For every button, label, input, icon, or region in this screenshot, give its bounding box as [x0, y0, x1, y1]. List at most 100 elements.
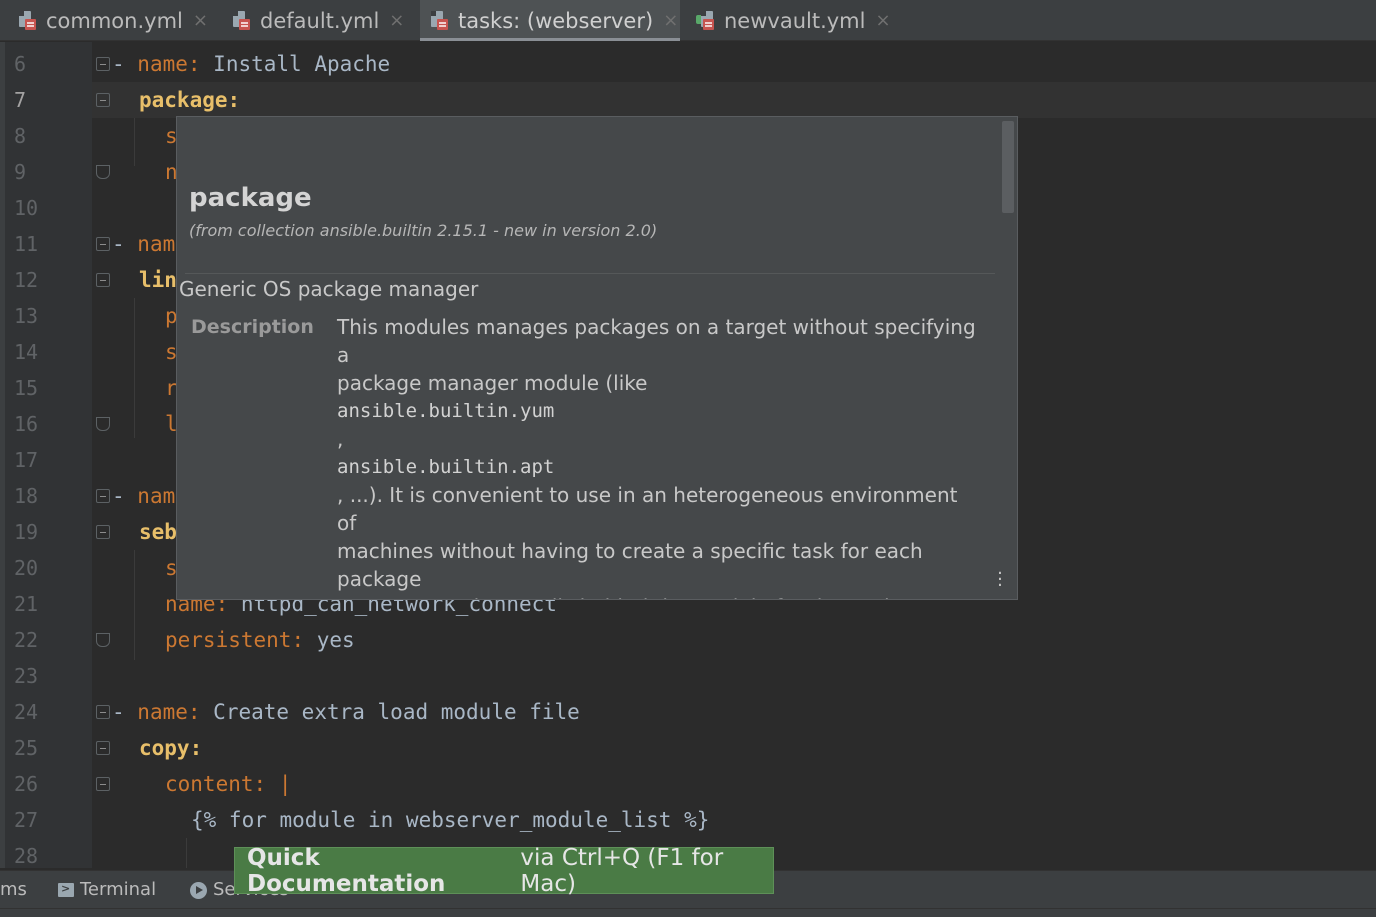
line-number: 11: [14, 232, 39, 256]
fold-toggle-icon[interactable]: [96, 93, 110, 107]
line-number: 17: [14, 448, 39, 472]
yaml-value: Create extra load module file: [213, 700, 580, 724]
yaml-ansible-file-icon: [230, 9, 252, 33]
line-number: 9: [14, 160, 27, 184]
doc-text-line: ,: [337, 427, 344, 451]
quick-documentation-popup[interactable]: package (from collection ansible.builtin…: [176, 116, 1018, 600]
toolwindow-terminal[interactable]: Terminal: [58, 870, 157, 909]
quick-doc-hint-tooltip: Quick Documentation via Ctrl+Q (F1 for M…: [234, 845, 774, 897]
yaml-value: {% for module in webserver_module_list %…: [191, 808, 710, 832]
tab-default-yml[interactable]: default.yml ×: [230, 0, 420, 41]
yaml-key: nam: [137, 484, 176, 508]
editor-tab-bar: common.yml × default.yml × tasks: (webse…: [0, 0, 1376, 41]
line-number: 23: [14, 664, 39, 688]
yaml-colon: :: [189, 736, 203, 760]
yaml-colon: :: [291, 628, 317, 652]
line-number: 12: [14, 268, 39, 292]
tab-common-yml[interactable]: common.yml ×: [16, 0, 216, 41]
yaml-key: seb: [139, 520, 177, 544]
line-number: 21: [14, 592, 39, 616]
code-line: {% for module in webserver_module_list %…: [191, 802, 709, 838]
yaml-ansible-file-icon: [16, 9, 38, 33]
line-number: 27: [14, 808, 39, 832]
doc-subtitle: (from collection ansible.builtin 2.15.1 …: [189, 221, 658, 240]
line-number: 10: [14, 196, 39, 220]
line-number: 7: [14, 88, 27, 112]
indent-guide: [134, 298, 135, 438]
code-line: - nam: [112, 478, 175, 514]
indent-guide: [134, 118, 135, 166]
doc-text-line: , ...). It is convenient to use in an he…: [337, 483, 958, 535]
tab-newvault-yml[interactable]: newvault.yml ×: [694, 0, 904, 41]
doc-separator: [185, 273, 995, 274]
yaml-colon: :: [187, 700, 214, 724]
terminal-icon: [58, 870, 74, 908]
more-vertical-icon[interactable]: · · ·: [997, 565, 1003, 595]
yaml-value: yes: [316, 628, 355, 652]
popup-scrollbar-thumb[interactable]: [1002, 121, 1014, 213]
tab-label: common.yml: [46, 8, 183, 33]
fold-end-icon[interactable]: [96, 165, 110, 179]
close-icon[interactable]: ×: [193, 10, 208, 31]
close-icon[interactable]: ×: [663, 10, 678, 31]
yaml-key: nam: [137, 232, 176, 256]
fold-toggle-icon[interactable]: [96, 57, 110, 71]
code-line: seb: [139, 514, 177, 550]
gutter-edge: [0, 42, 5, 868]
code-line: persistent: yes: [165, 622, 355, 658]
tab-tasks-webserver[interactable]: tasks: (webserver) ×: [420, 0, 680, 41]
toolwindow-label: ms: [0, 879, 27, 900]
indent-guide: [186, 838, 187, 868]
yaml-list-dash: -: [112, 52, 138, 76]
fold-end-icon[interactable]: [96, 417, 110, 431]
fold-end-icon[interactable]: [96, 633, 110, 647]
code-line: copy:: [139, 730, 202, 766]
line-number: 19: [14, 520, 39, 544]
status-bar: [0, 908, 1376, 917]
toolwindow-label: Terminal: [80, 879, 157, 900]
yaml-value: |: [278, 772, 292, 796]
code-line: - nam: [112, 226, 175, 262]
line-number: 13: [14, 304, 39, 328]
code-line: package:: [139, 82, 240, 118]
code-line: - name: Install Apache: [112, 46, 390, 82]
doc-text-line: manager. package calls behind the module…: [337, 593, 977, 599]
line-number: 16: [14, 412, 39, 436]
doc-code-ref: ansible.builtin.apt: [337, 456, 555, 478]
yaml-key: name: [137, 700, 188, 724]
line-number: 15: [14, 376, 39, 400]
yaml-key: package: [139, 88, 228, 112]
services-icon: [190, 881, 207, 899]
fold-toggle-icon[interactable]: [96, 237, 110, 251]
toolwindow-problems[interactable]: ms: [0, 871, 27, 909]
doc-text-line: package manager module (like: [337, 371, 648, 395]
fold-toggle-icon[interactable]: [96, 777, 110, 791]
yaml-key: persistent: [165, 628, 292, 652]
line-number: 22: [14, 628, 39, 652]
close-icon[interactable]: ×: [389, 10, 404, 31]
indent-guide: [134, 550, 135, 660]
code-line: content: |: [165, 766, 291, 802]
doc-text-line: This modules manages packages on a targe…: [337, 315, 976, 367]
fold-toggle-icon[interactable]: [96, 525, 110, 539]
fold-toggle-icon[interactable]: [96, 489, 110, 503]
tab-label: newvault.yml: [724, 8, 866, 33]
close-icon[interactable]: ×: [875, 10, 890, 31]
line-number: 25: [14, 736, 39, 760]
ansible-tasks-file-icon: [428, 9, 450, 33]
fold-toggle-icon[interactable]: [96, 705, 110, 719]
yaml-colon: :: [227, 88, 241, 112]
code-line: lin: [139, 262, 177, 298]
doc-title: package: [189, 183, 312, 213]
doc-text-line: machines without having to create a spec…: [337, 539, 923, 591]
ansible-vault-file-icon: [694, 9, 716, 33]
yaml-list-dash: -: [112, 484, 138, 508]
fold-toggle-icon[interactable]: [96, 741, 110, 755]
doc-code-ref: ansible.builtin.yum: [337, 400, 555, 422]
yaml-list-dash: -: [112, 232, 138, 256]
doc-description-body: This modules manages packages on a targe…: [337, 313, 977, 599]
fold-toggle-icon[interactable]: [96, 273, 110, 287]
line-number: 24: [14, 700, 39, 724]
yaml-key: name: [137, 52, 188, 76]
current-line-highlight: [92, 82, 1376, 118]
